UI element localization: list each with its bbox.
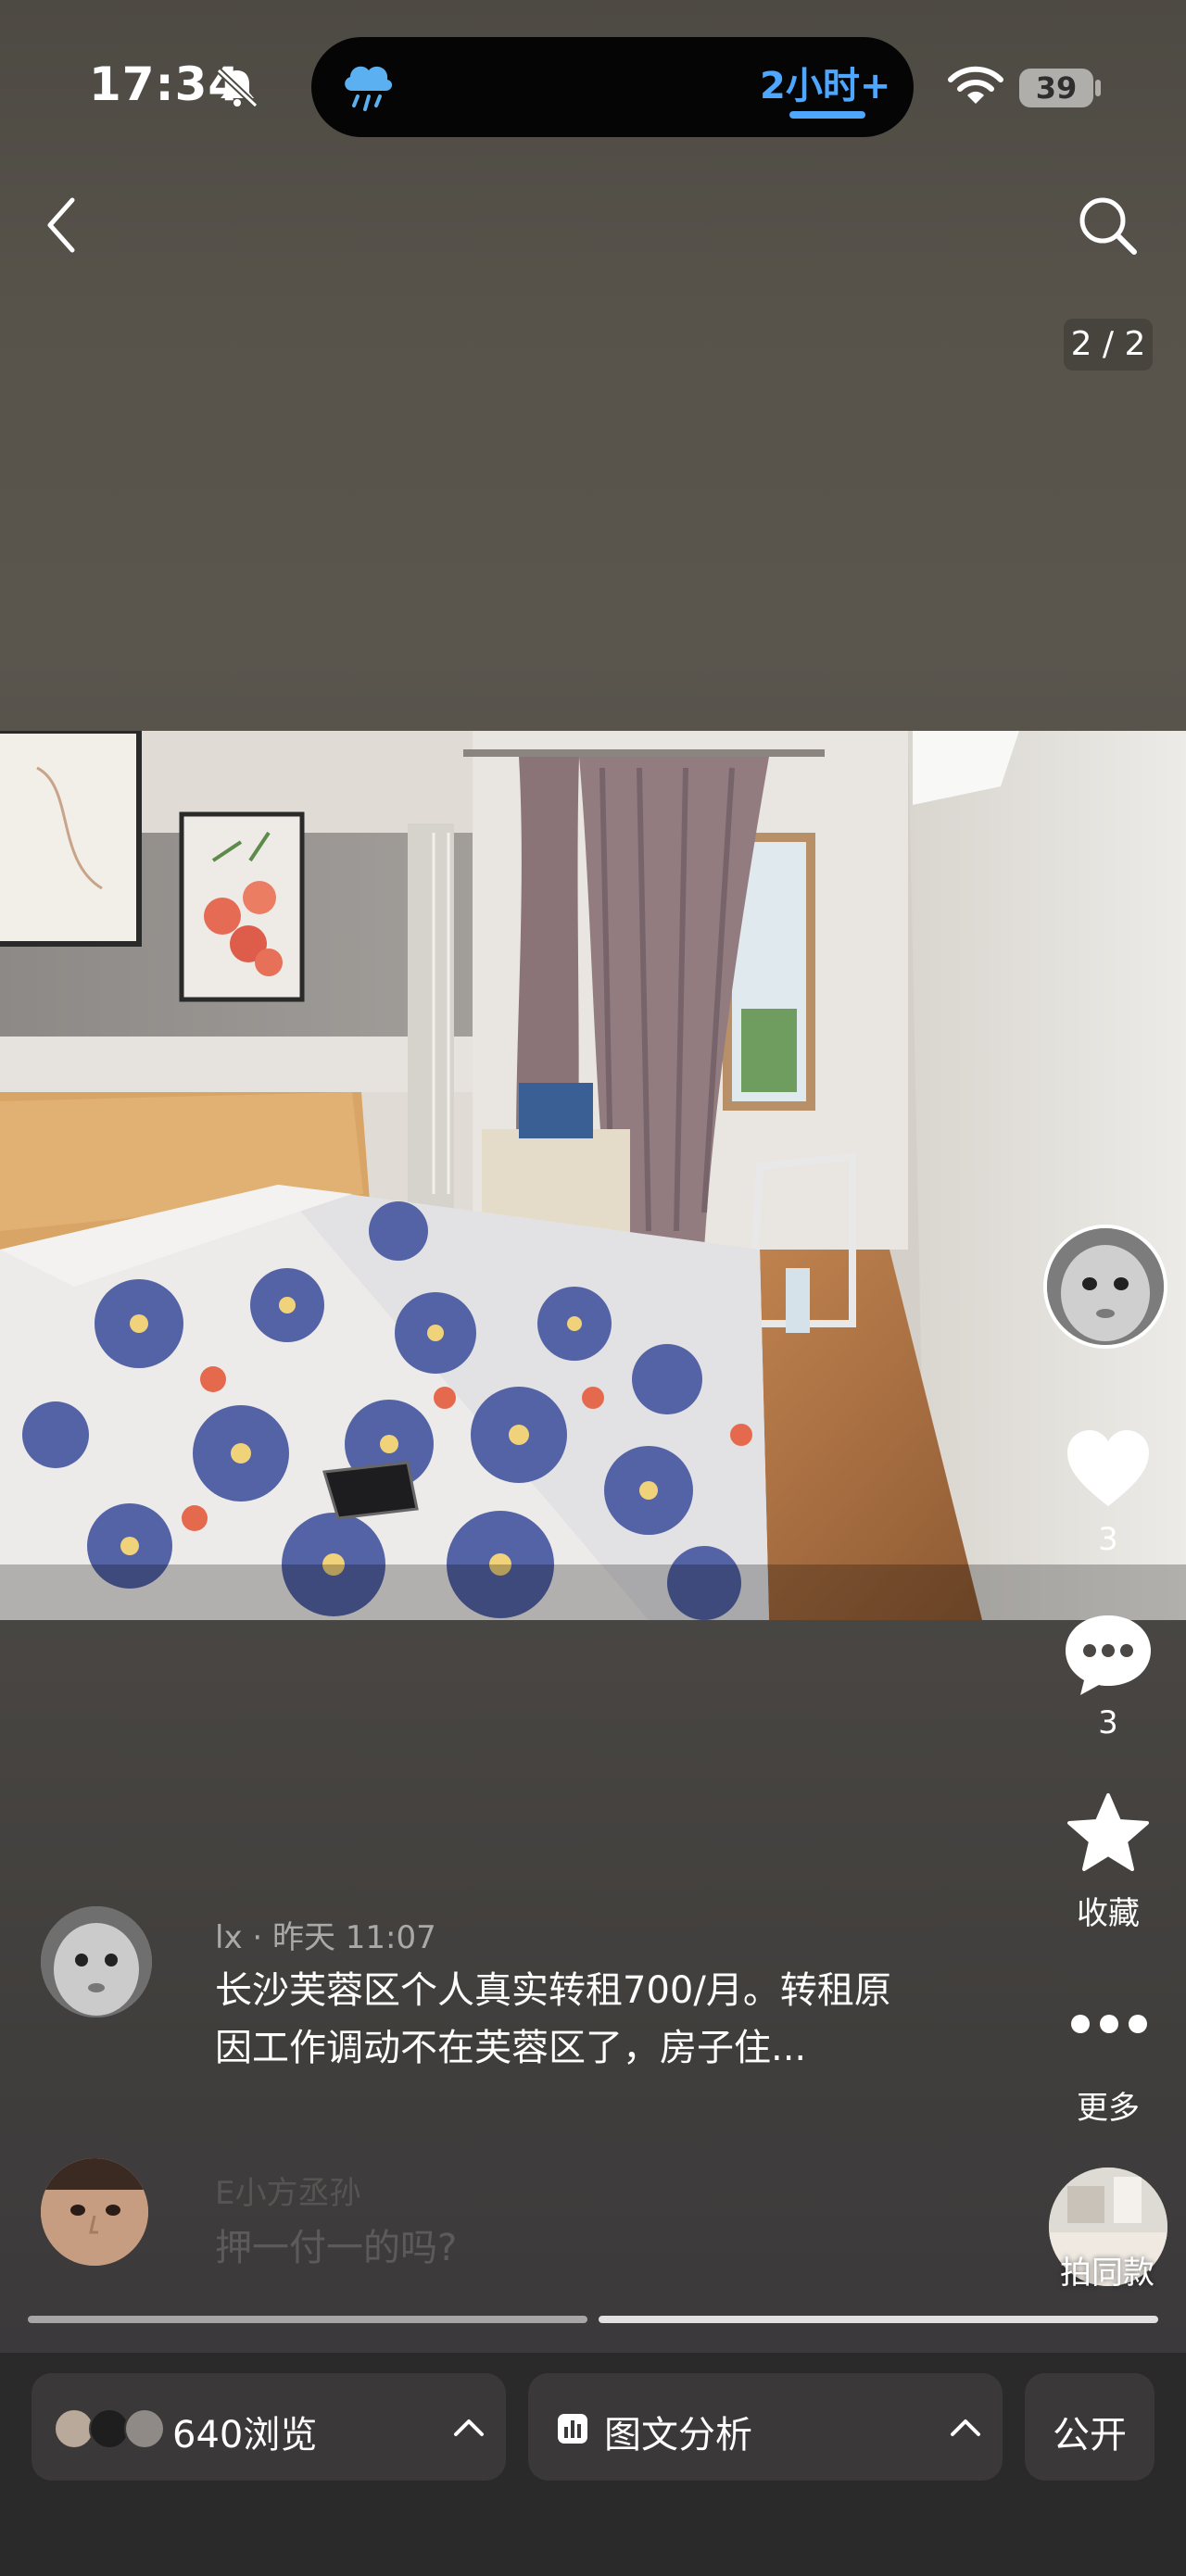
comment-meta: E小方丞孙	[215, 2175, 361, 2212]
favorite-label[interactable]: 收藏	[1053, 1888, 1164, 1933]
comment-text[interactable]: 长沙芙蓉区个人真实转租700/月。转租原因工作调动不在芙蓉区了，房子住...	[215, 1962, 919, 2077]
page-indicator: 2 / 2	[1064, 319, 1153, 371]
comment-avatar[interactable]	[41, 1906, 152, 2017]
chart-icon	[558, 2414, 587, 2444]
public-label: 公开	[1053, 2414, 1127, 2457]
chevron-up-icon	[454, 2419, 484, 2436]
more-icon[interactable]	[1069, 2010, 1149, 2038]
more-label[interactable]: 更多	[1053, 2082, 1164, 2128]
heart-icon[interactable]	[1064, 1426, 1153, 1510]
avatar-face-illustration	[41, 1906, 152, 2017]
back-icon[interactable]	[43, 195, 80, 256]
baby-face-illustration	[1047, 1228, 1164, 1345]
image-progress-segment	[599, 2316, 1158, 2323]
comment-avatar[interactable]	[41, 2158, 148, 2266]
comment-text[interactable]: 押一付一的吗?	[215, 2218, 457, 2271]
island-progress-bar	[789, 111, 865, 119]
comment-icon[interactable]	[1062, 1610, 1154, 1699]
viewer-avatar	[124, 2408, 165, 2449]
analysis-label: 图文分析	[604, 2414, 752, 2457]
like-count: 3	[1098, 1521, 1118, 1558]
chevron-up-icon	[951, 2419, 980, 2436]
bell-slash-icon	[216, 68, 259, 107]
comment-meta: lx · 昨天 11:07	[215, 1919, 436, 1956]
room-photo[interactable]	[0, 731, 1186, 1620]
author-avatar[interactable]	[1043, 1225, 1167, 1349]
app-screen: 17:34 2小时+ 39 2 / 2 3 3 收藏 更多 拍同款 lx · 昨…	[0, 0, 1186, 2576]
same-style-label[interactable]: 拍同款	[1038, 2247, 1177, 2293]
comment-count: 3	[1098, 1704, 1118, 1741]
cloud-rain-icon	[345, 66, 393, 111]
room-photo-illustration	[0, 731, 1186, 1620]
image-progress-segment	[28, 2316, 587, 2323]
analysis-button[interactable]	[528, 2373, 1003, 2481]
star-icon[interactable]	[1066, 1791, 1151, 1873]
views-label: 640浏览	[172, 2414, 318, 2457]
search-icon[interactable]	[1075, 193, 1140, 258]
avatar-face-illustration	[41, 2158, 148, 2266]
wifi-icon	[948, 66, 1003, 104]
island-timer-text: 2小时+	[760, 65, 891, 107]
battery-nub	[1095, 80, 1101, 96]
battery-level: 39	[1035, 70, 1078, 106]
